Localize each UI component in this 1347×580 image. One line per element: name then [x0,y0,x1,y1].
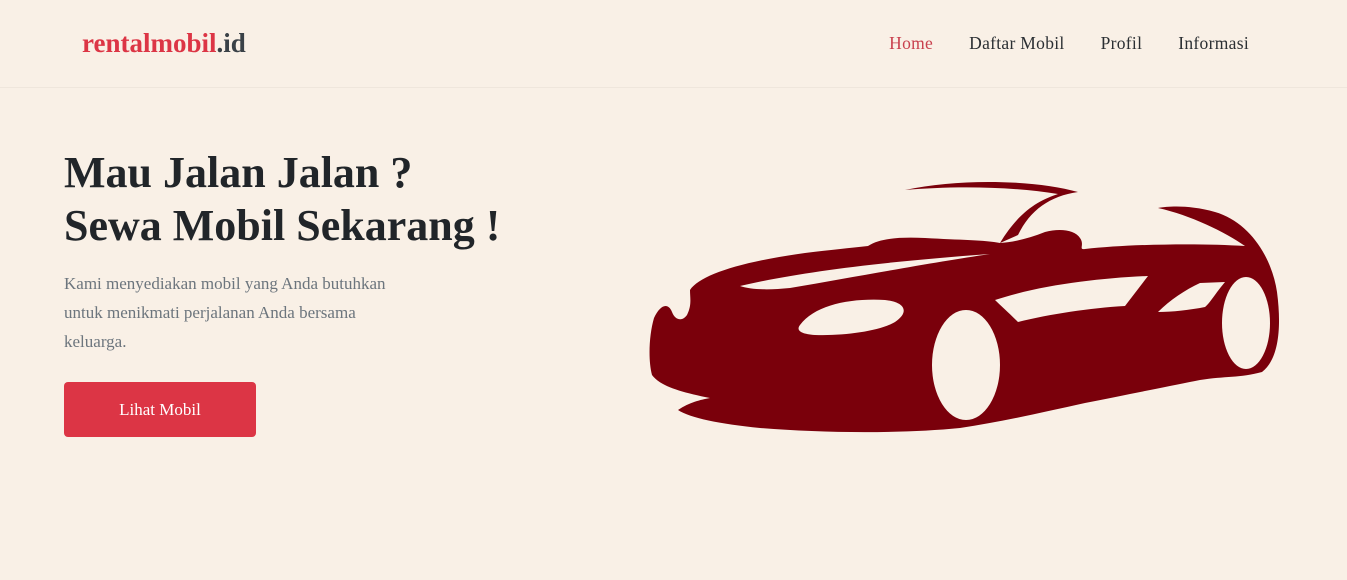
car-silhouette-icon [649,181,1280,433]
nav-menu: Home Daftar Mobil Profil Informasi [853,32,1249,54]
brand-tld: .id [216,28,246,58]
navbar: rentalmobil.id Home Daftar Mobil Profil … [0,0,1347,88]
hero-title-line-1: Mau Jalan Jalan ? [64,148,413,197]
hero-title-line-2: Sewa Mobil Sekarang ! [64,201,501,250]
brand-name: rentalmobil [82,28,217,58]
nav-item-informasi[interactable]: Informasi [1178,32,1249,54]
lihat-mobil-button[interactable]: Lihat Mobil [64,382,256,437]
nav-item-daftar-mobil[interactable]: Daftar Mobil [969,32,1064,54]
nav-item-home[interactable]: Home [889,32,933,54]
hero-title: Mau Jalan Jalan ? Sewa Mobil Sekarang ! [64,146,584,252]
nav-item-profil[interactable]: Profil [1101,32,1143,54]
hero-description: Kami menyediakan mobil yang Anda butuhka… [64,274,386,351]
brand-logo[interactable]: rentalmobil.id [82,26,246,60]
